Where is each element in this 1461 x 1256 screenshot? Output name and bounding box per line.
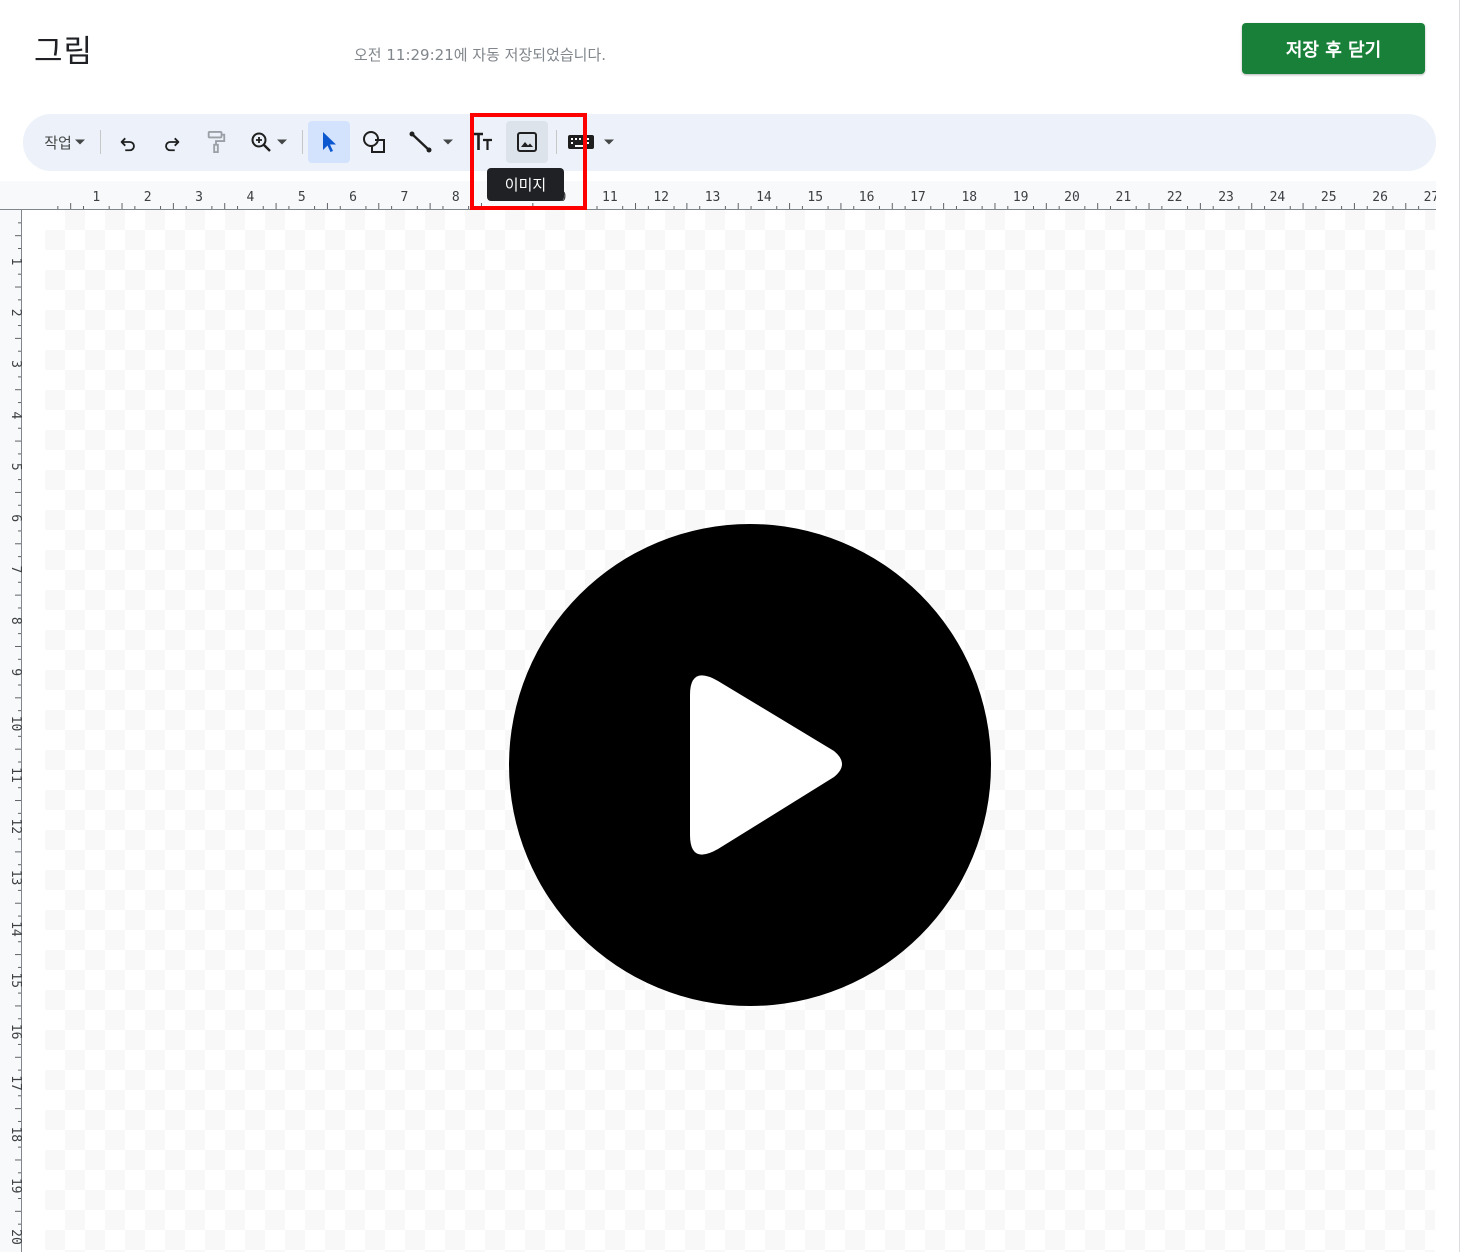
highlight-annotation [470,113,587,210]
ruler-label: 5 [298,190,306,205]
ruler-label: 11 [602,190,618,205]
redo-button[interactable] [154,121,190,163]
zoom-button[interactable] [242,121,294,163]
ruler-label: 22 [1167,190,1183,205]
ruler-label: 4 [246,190,254,205]
horizontal-ruler: 1234567891011121314151617181920212223242… [0,181,1439,210]
ruler-label: 24 [1270,190,1286,205]
ruler-label: 8 [452,190,460,205]
ruler-label: 7 [8,566,22,574]
ruler-label: 18 [961,190,977,205]
ruler-label: 16 [859,190,875,205]
shape-tool-button[interactable] [355,121,395,163]
ruler-label: 4 [8,411,22,419]
caret-down-icon [443,139,453,145]
ruler-label: 7 [401,190,409,205]
line-tool-button[interactable] [402,121,460,163]
ruler-label: 12 [653,190,669,205]
vertical-ruler-ticks: 1234567891011121314151617181920 [8,210,23,1252]
redo-icon [165,137,180,152]
ruler-label: 17 [910,190,926,205]
ruler-label: 13 [705,190,721,205]
ruler-label: 2 [8,309,22,317]
ruler-label: 1 [92,190,100,205]
ruler-label: 16 [8,1024,22,1040]
ruler-label: 11 [8,767,22,783]
ruler-label: 6 [8,514,22,522]
ruler-label: 20 [1064,190,1080,205]
cursor-arrow-icon [323,132,336,152]
ruler-label: 3 [195,190,203,205]
ruler-label: 15 [807,190,823,205]
ruler-label: 19 [1013,190,1029,205]
play-button-icon[interactable] [508,523,992,1007]
ruler-label: 1 [8,257,22,265]
ruler-label: 9 [8,668,22,676]
caret-down-icon [276,139,287,145]
ruler-label: 2 [144,190,152,205]
ruler-label: 6 [349,190,357,205]
canvas-margin [22,210,45,1252]
zoom-in-icon [251,132,271,152]
paint-format-button[interactable] [198,121,234,163]
ruler-label: 14 [8,921,22,937]
undo-icon [120,137,135,152]
ruler-label: 23 [1218,190,1234,205]
ruler-label: 14 [756,190,772,205]
undo-button[interactable] [110,121,146,163]
line-icon [409,131,432,153]
shapes-icon [363,131,385,153]
ruler-label: 17 [8,1075,22,1091]
ruler-label: 8 [8,617,22,625]
ruler-label: 10 [8,716,22,732]
ruler-label: 18 [8,1126,22,1142]
select-tool-button[interactable] [308,121,350,163]
ruler-label: 20 [8,1229,22,1245]
ruler-label: 3 [8,360,22,368]
ruler-label: 26 [1372,190,1388,205]
ruler-label: 21 [1116,190,1132,205]
ruler-label: 19 [8,1178,22,1194]
drawing-toolbar [23,114,1436,171]
ruler-label: 15 [8,972,22,988]
caret-down-icon [604,139,614,145]
ruler-label: 13 [8,870,22,886]
ruler-label: 12 [8,818,22,834]
ruler-label: 25 [1321,190,1337,205]
horizontal-ruler-ticks: 1234567891011121314151617181920212223242… [0,190,1439,210]
ruler-label: 27 [1424,190,1436,205]
paint-roller-icon [207,131,226,154]
autosave-status: 오전 11:29:21에 자동 저장되었습니다. [354,46,607,64]
toolbar-separator [100,130,101,154]
toolbar-separator [302,130,303,154]
dialog-title: 그림 [34,34,94,70]
caret-down-icon [74,139,85,145]
vertical-ruler: 1 2 3 4 5 6 7 8 9 10 11 12 13 14 15 16 17 18 19 20 [0,210,23,1252]
ruler-label: 5 [8,463,22,471]
save-and-close-button[interactable]: 저장 후 닫기 [1242,23,1425,74]
action-menu-label: 작업 [44,133,72,152]
action-menu[interactable]: 작업 [36,121,94,163]
